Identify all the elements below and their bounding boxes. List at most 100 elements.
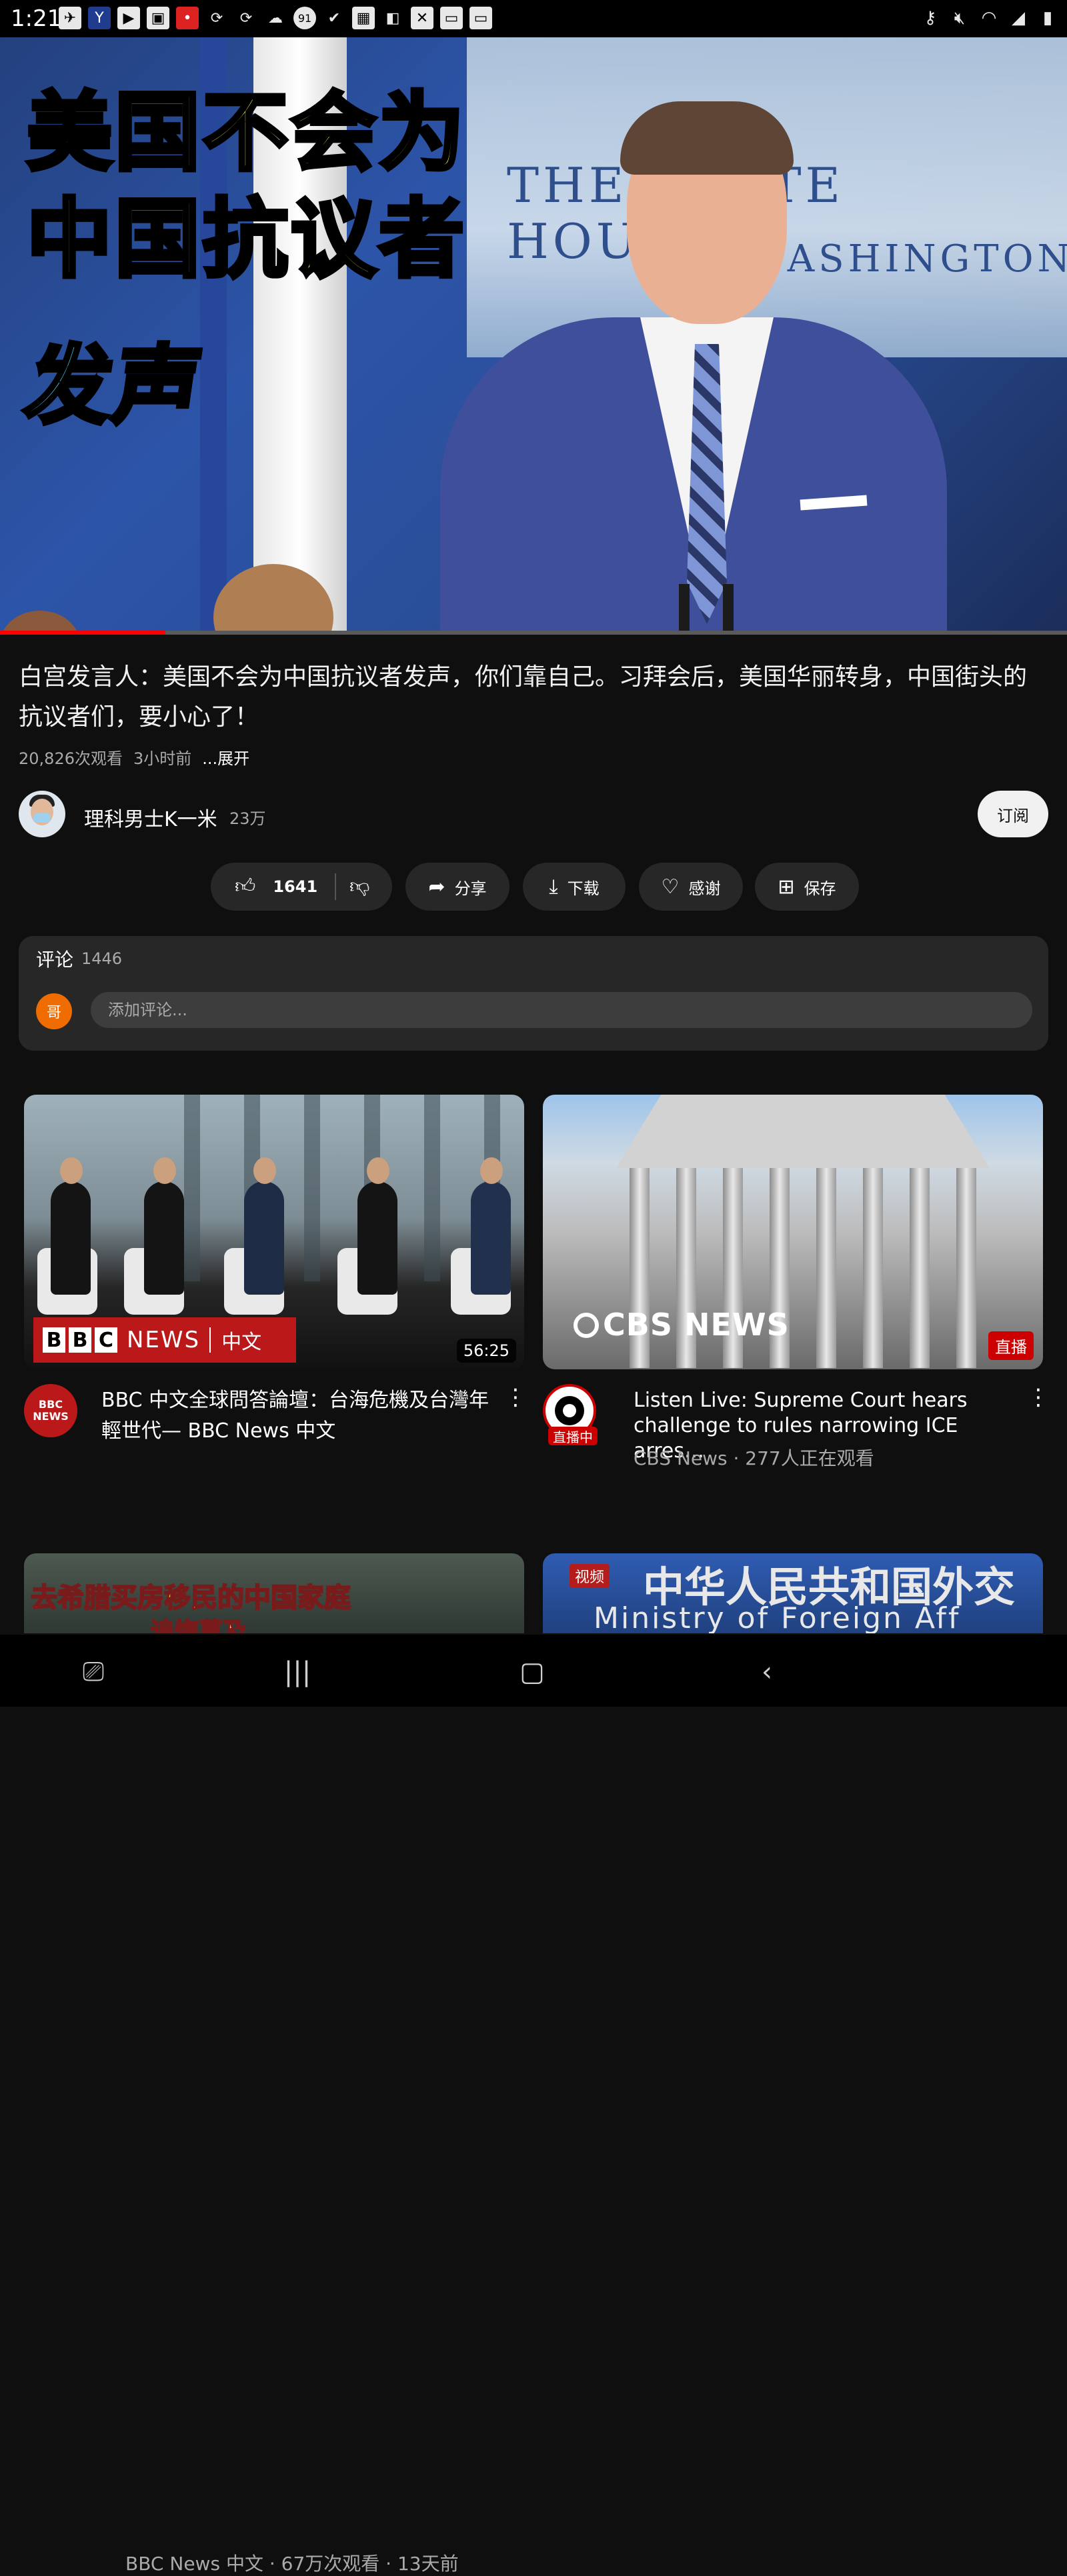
video-meta[interactable]: 20,826次观看 3小时前 ...展开 — [19, 745, 249, 769]
window-strip — [424, 1095, 440, 1281]
like-dislike-pill: 👍︎ 1641 👎︎ — [211, 863, 392, 911]
court-column — [956, 1168, 976, 1368]
microphone — [723, 584, 734, 633]
court-pediment — [616, 1095, 990, 1168]
bbc-letter: B — [43, 1327, 65, 1353]
court-column — [816, 1168, 836, 1368]
recent-screen-icon[interactable]: ⎚ — [73, 1652, 113, 1692]
share-icon: ➦ — [428, 875, 445, 899]
channel-name[interactable]: 理科男士K一米 — [84, 803, 217, 832]
video-player[interactable]: THE WHITE HOUSE WASHINGTON 美国不会为 中国抗议者 发… — [0, 37, 1067, 633]
bbc-letter: B — [69, 1327, 91, 1353]
backdrop-text-en: Ministry of Foreign Aff — [594, 1601, 961, 1633]
subscribe-button[interactable]: 订阅 — [978, 791, 1048, 837]
app-red-icon: • — [176, 7, 199, 29]
recommended-video-thumbnail[interactable]: 去希腊买房移民的中国家庭 追悔莫及 — [24, 1553, 524, 1633]
thanks-label: 感谢 — [688, 879, 721, 898]
action-bar: 👍︎ 1641 👎︎ ➦ 分享 ⤓ 下载 ♡ 感谢 ⊞ 保存 — [0, 863, 1067, 911]
battery-icon: ▮ — [1042, 8, 1053, 28]
download-button[interactable]: ⤓ 下载 — [523, 863, 626, 911]
channel-avatar[interactable] — [19, 791, 65, 837]
home-icon[interactable]: ▢ — [512, 1652, 552, 1692]
recommended-video[interactable]: CBS NEWS 直播 直播中 Listen Live: Supreme Cou… — [543, 1095, 1050, 1495]
bbc-chinese-text: 中文 — [221, 1331, 262, 1354]
thumbs-down-icon[interactable]: 👎︎ — [349, 875, 369, 899]
mute-icon: 🔇︎ — [954, 7, 966, 28]
window-strip — [304, 1095, 320, 1281]
thumbnail-caption: 去希腊买房移民的中国家庭 — [30, 1582, 351, 1614]
panelist — [144, 1157, 184, 1295]
badge-91-icon: 91 — [293, 7, 316, 29]
video-meta: CBS News · 277人正在观看 — [634, 1447, 874, 1469]
window-icon: ▭ — [440, 7, 463, 29]
photo-icon: ▣ — [147, 7, 169, 29]
recommended-video[interactable]: B B C NEWS 中文 56:25 BBC NEWS BBC 中文全球問答論… — [24, 1095, 527, 2575]
user-avatar: 哥 — [36, 993, 72, 1029]
bbc-news-logo: B B C NEWS 中文 — [33, 1317, 296, 1363]
overlay-title-line2: 中国抗议者 — [25, 190, 467, 289]
save-label: 保存 — [804, 879, 836, 898]
more-options-icon[interactable]: ⋮ — [1027, 1384, 1050, 1411]
video-title[interactable]: BBC 中文全球問答論壇：台海危機及台灣年輕世代— BBC News 中文 — [101, 1385, 495, 1447]
panelist-head — [253, 1157, 276, 1184]
download-icon: ⤓ — [549, 875, 558, 899]
overlay-title-line1: 美国不会为 — [25, 83, 467, 183]
refresh-icon: ⟳ — [210, 9, 223, 27]
video-meta: BBC News 中文 · 67万次观看 · 13天前 — [125, 2553, 459, 2575]
panelist — [51, 1157, 91, 1295]
like-count: 1641 — [273, 877, 318, 896]
comments-title: 评论 — [36, 949, 74, 971]
cbs-logo-text: CBS NEWS — [603, 1307, 790, 1343]
panelist — [471, 1157, 511, 1295]
save-button[interactable]: ⊞ 保存 — [755, 863, 859, 911]
bbc-letter: C — [95, 1327, 117, 1353]
comments-panel[interactable]: 评论 1446 哥 添加评论... — [19, 936, 1048, 1051]
panelist-head — [60, 1157, 83, 1184]
source-badge: 视频 — [570, 1564, 610, 1588]
avatar-text: BBC NEWS — [33, 1398, 69, 1423]
overlay-title-line3: 发声 — [18, 335, 212, 438]
logo-divider — [209, 1327, 211, 1353]
window-icon: ▭ — [469, 7, 492, 29]
cbs-news-logo: CBS NEWS — [574, 1307, 790, 1343]
court-column — [863, 1168, 883, 1368]
system-icons: ⚷ 🔇︎ ◠ ◢ ▮ — [919, 7, 1059, 29]
cbs-eye-icon — [574, 1313, 599, 1338]
channel-avatar[interactable]: BBC NEWS — [24, 1384, 77, 1437]
video-duration: 56:25 — [456, 1339, 516, 1363]
channel-avatar[interactable]: 直播中 — [543, 1384, 598, 1445]
audience-head — [0, 611, 80, 633]
share-button[interactable]: ➦ 分享 — [405, 863, 509, 911]
window-strip — [184, 1095, 200, 1281]
app-icon: Y — [88, 7, 111, 29]
key-icon: ⚷ — [924, 8, 937, 28]
back-icon[interactable]: ‹ — [747, 1652, 787, 1692]
check-icon: ✔ — [327, 9, 341, 27]
close-box-icon: ✕ — [411, 7, 433, 29]
thanks-button[interactable]: ♡ 感谢 — [639, 863, 743, 911]
subscriber-count: 23万 — [229, 809, 266, 828]
panelist-head — [153, 1157, 176, 1184]
share-label: 分享 — [454, 879, 487, 898]
thumbs-up-icon: 👍︎ — [235, 875, 256, 898]
expand-link[interactable]: ...展开 — [202, 745, 249, 769]
bag-icon: ◧ — [385, 9, 400, 27]
video-thumbnail[interactable]: CBS NEWS 直播 — [543, 1095, 1043, 1369]
comment-input[interactable]: 添加评论... — [91, 992, 1032, 1028]
video-thumbnail[interactable]: B B C NEWS 中文 56:25 — [24, 1095, 524, 1369]
recents-icon[interactable]: ||| — [277, 1652, 317, 1692]
add-to-playlist-icon: ⊞ — [778, 875, 795, 899]
video-title[interactable]: 白宫发言人：美国不会为中国抗议者发声，你们靠自己。习拜会后，美国华丽转身，中国街… — [19, 657, 1048, 737]
recommended-video-thumbnail[interactable]: 中华人民共和国外交 Ministry of Foreign Aff 视频 — [543, 1553, 1043, 1633]
youtube-icon: ▶ — [117, 7, 140, 29]
panelist-head — [367, 1157, 389, 1184]
like-button[interactable]: 👍︎ 1641 — [235, 875, 317, 899]
panelist — [244, 1157, 284, 1295]
status-bar: 1:21 ✈ Y ▶ ▣ • ⟳ ⟳ ☁ 91 ✔ ▦ ◧ ✕ ▭ ▭ ⚷ 🔇︎… — [0, 0, 1067, 37]
more-options-icon[interactable]: ⋮ — [504, 1384, 527, 1411]
system-nav-bar: ⎚ ||| ▢ ‹ — [0, 1635, 1067, 1707]
microphone — [679, 584, 690, 633]
refresh-icon: ⟳ — [239, 9, 253, 27]
backdrop-text-2: WASHINGTON — [747, 237, 1067, 281]
cbs-eye-icon — [555, 1396, 584, 1425]
